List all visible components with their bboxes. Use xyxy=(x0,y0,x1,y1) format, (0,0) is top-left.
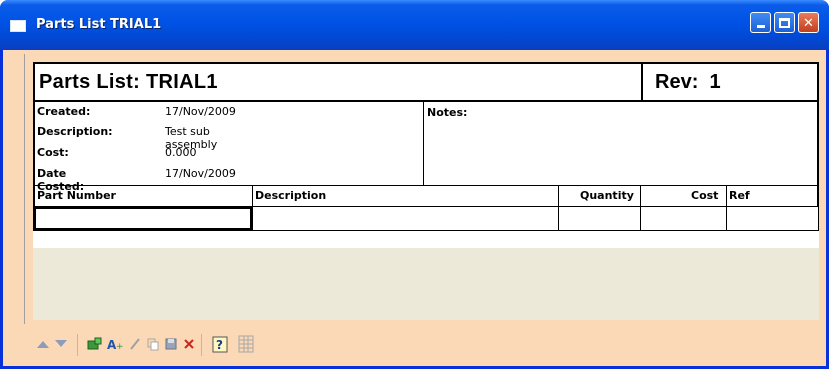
toolbar: A + ? xyxy=(33,332,333,360)
notes-label: Notes: xyxy=(427,106,468,119)
close-button[interactable]: ✕ xyxy=(798,12,819,33)
date-costed-value: 17/Nov/2009 xyxy=(165,167,236,180)
cost-label: Cost: xyxy=(37,146,69,159)
report-title: Parts List: TRIAL1 xyxy=(39,71,218,93)
col-quantity[interactable]: Quantity xyxy=(580,189,634,202)
header-divider xyxy=(641,64,643,100)
col-cost[interactable]: Cost xyxy=(691,189,718,202)
created-label: Created: xyxy=(37,105,91,118)
description-label: Description: xyxy=(37,125,113,138)
help-icon[interactable]: ? xyxy=(209,332,233,356)
move-up-icon[interactable] xyxy=(33,332,53,356)
col-part-number[interactable]: Part Number xyxy=(37,189,116,202)
created-value: 17/Nov/2009 xyxy=(165,105,236,118)
empty-area xyxy=(33,248,819,320)
grid-icon[interactable] xyxy=(235,332,257,356)
rev-label: Rev: xyxy=(655,71,699,93)
add-part-icon[interactable] xyxy=(85,332,105,356)
maximize-icon xyxy=(779,17,790,28)
delete-icon[interactable] xyxy=(179,332,199,356)
parts-list-report: Parts List: TRIAL1 Rev: 1 Created: 17/No… xyxy=(33,62,819,248)
save-icon[interactable] xyxy=(161,332,181,356)
rev-value: 1 xyxy=(709,71,721,93)
report-header: Parts List: TRIAL1 Rev: 1 xyxy=(33,62,819,102)
table-row[interactable] xyxy=(33,207,819,231)
col-ref[interactable]: Ref xyxy=(729,189,750,202)
parts-table-header: Part Number Description Quantity Cost Re… xyxy=(33,186,819,230)
window-icon xyxy=(10,20,26,32)
part-number-cell[interactable] xyxy=(34,207,252,230)
minimize-button[interactable] xyxy=(750,12,771,33)
copy-icon[interactable] xyxy=(143,332,163,356)
svg-text:+: + xyxy=(116,342,123,351)
add-text-icon[interactable]: A + xyxy=(105,332,125,356)
info-divider xyxy=(423,102,424,185)
toolbar-separator xyxy=(77,334,78,356)
svg-text:?: ? xyxy=(216,338,223,352)
close-icon: ✕ xyxy=(803,15,814,30)
edit-icon[interactable] xyxy=(125,332,145,356)
minimize-icon xyxy=(756,25,765,28)
toolbar-separator xyxy=(201,334,202,356)
title-bar[interactable]: Parts List TRIAL1 ✕ xyxy=(0,0,829,50)
frame-divider xyxy=(24,54,25,324)
col-description[interactable]: Description xyxy=(255,189,326,202)
info-section: Created: 17/Nov/2009 Description: Test s… xyxy=(33,102,819,193)
revision: Rev: 1 xyxy=(655,71,721,94)
cost-value: 0.000 xyxy=(165,146,197,159)
maximize-button[interactable] xyxy=(774,12,795,33)
window-title: Parts List TRIAL1 xyxy=(36,17,162,32)
move-down-icon[interactable] xyxy=(51,332,71,356)
